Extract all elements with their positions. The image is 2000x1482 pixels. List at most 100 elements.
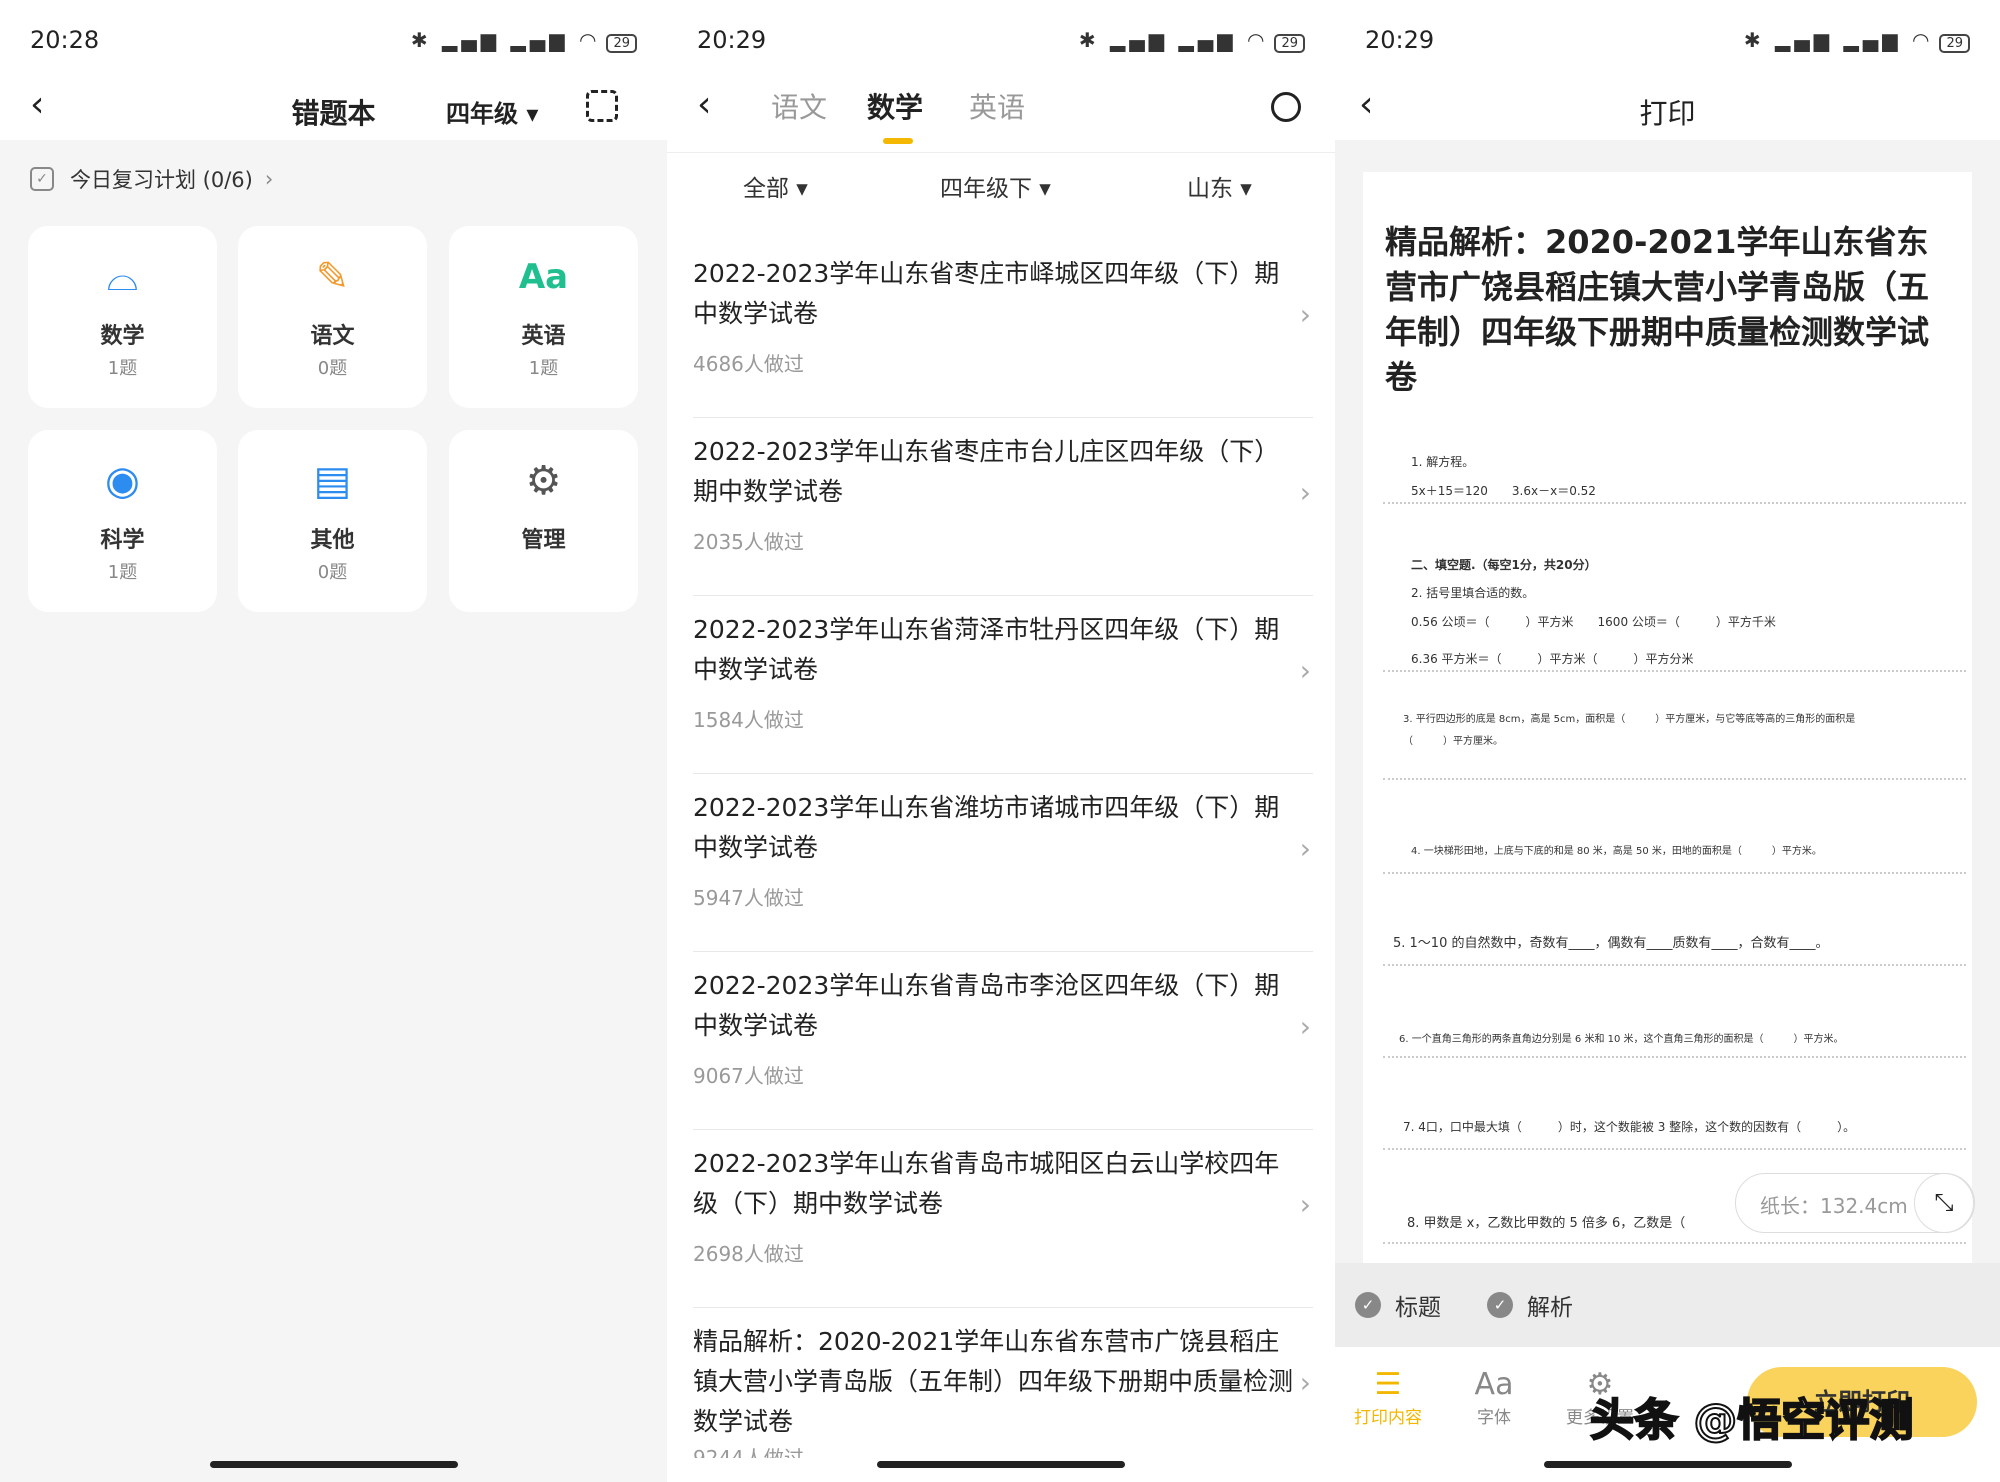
exam-count: 2698人做过	[693, 1238, 804, 1267]
subject-card-chinese[interactable]: ✎ 语文 0题	[238, 226, 427, 408]
exam-count: 2035人做过	[693, 526, 804, 555]
doc-line: 8. 甲数是 x，乙数比甲数的 5 倍多 6，乙数是（	[1407, 1212, 1685, 1231]
subject-count: 0题	[238, 354, 427, 380]
letters-aa-icon: Aa	[449, 252, 638, 302]
back-button[interactable]: ‹	[697, 84, 711, 125]
nav-font[interactable]: Aa 字体	[1449, 1367, 1539, 1428]
exam-list-item[interactable]: 2022-2023学年山东省枣庄市峄城区四年级（下）期中数学试卷 4686人做过 ›	[693, 240, 1313, 418]
divider	[1383, 1242, 1966, 1244]
exam-title: 2022-2023学年山东省枣庄市峄城区四年级（下）期中数学试卷	[693, 254, 1293, 334]
grade-selector[interactable]: 四年级 ▾	[446, 94, 538, 129]
exam-title: 2022-2023学年山东省青岛市城阳区白云山学校四年级（下）期中数学试卷	[693, 1144, 1293, 1224]
notebook-icon: ▤	[238, 456, 427, 506]
subject-card-science[interactable]: ◉ 科学 1题	[28, 430, 217, 612]
exam-title: 精品解析：2020-2021学年山东省东营市广饶县稻庄镇大营小学青岛版（五年制）…	[693, 1322, 1293, 1442]
page-title: 打印	[1335, 92, 2000, 132]
option-title-checkbox[interactable]: ✓ 标题	[1355, 1288, 1441, 1322]
doc-line: 7. 4口，口中最大填（ ）时，这个数能被 3 整除，这个数的因数有（ ）。	[1403, 1118, 1855, 1135]
tab-math[interactable]: 数学	[867, 86, 923, 126]
wrong-questions-screen: 20:28 ✱ ▂▄▆ ▂▄▆ ◠29 ‹ 错题本 四年级 ▾ ✓ 今日复习计划…	[0, 0, 667, 1482]
divider	[1383, 1148, 1966, 1150]
doc-line: 0.56 公顷＝（ ）平方米 1600 公顷＝（ ）平方千米	[1411, 613, 1776, 630]
document-title: 精品解析：2020-2021学年山东省东营市广饶县稻庄镇大营小学青岛版（五年制）…	[1385, 220, 1955, 400]
divider	[1383, 502, 1966, 504]
search-icon[interactable]	[1271, 92, 1301, 122]
header: ‹ 打印	[1335, 80, 2000, 140]
option-label: 标题	[1395, 1288, 1441, 1322]
status-bar: 20:29 ✱ ▂▄▆ ▂▄▆ ◠29	[667, 0, 1335, 80]
calendar-check-icon: ✓	[30, 167, 54, 191]
exam-list-item[interactable]: 精品解析：2020-2021学年山东省东营市广饶县稻庄镇大营小学青岛版（五年制）…	[693, 1308, 1313, 1458]
exam-list-item[interactable]: 2022-2023学年山东省菏泽市牡丹区四年级（下）期中数学试卷1584人做过›	[693, 596, 1313, 774]
doc-line: 2. 括号里填合适的数。	[1411, 584, 1534, 601]
chevron-right-icon: ›	[1300, 1366, 1311, 1399]
check-icon: ✓	[1487, 1292, 1513, 1318]
subject-card-math[interactable]: ⌓ 数学 1题	[28, 226, 217, 408]
subject-name: 数学	[28, 318, 217, 350]
exam-count: 9244人做过	[693, 1442, 804, 1458]
status-bar: 20:29 ✱ ▂▄▆ ▂▄▆ ◠29	[1335, 0, 2000, 80]
chevron-right-icon: ›	[1300, 832, 1311, 865]
doc-line: 5x＋15＝120 3.6x－x＝0.52	[1411, 482, 1596, 499]
home-indicator	[877, 1461, 1125, 1468]
chevron-right-icon: ›	[1300, 298, 1311, 331]
exam-list-item[interactable]: 2022-2023学年山东省青岛市李沧区四年级（下）期中数学试卷9067人做过›	[693, 952, 1313, 1130]
subject-count: 1题	[449, 354, 638, 380]
review-plan-link[interactable]: ✓ 今日复习计划 (0/6) ›	[30, 164, 273, 194]
scan-icon[interactable]	[586, 90, 618, 122]
battery-icon: 29	[606, 34, 637, 53]
subject-name: 英语	[449, 318, 638, 350]
subject-name: 语文	[238, 318, 427, 350]
exam-list-item[interactable]: 2022-2023学年山东省枣庄市台儿庄区四年级（下）期中数学试卷2035人做过…	[693, 418, 1313, 596]
exam-list-item[interactable]: 2022-2023学年山东省青岛市城阳区白云山学校四年级（下）期中数学试卷 269…	[693, 1130, 1313, 1308]
filter-region[interactable]: 山东 ▾	[1187, 169, 1252, 203]
filter-grade[interactable]: 四年级下 ▾	[940, 169, 1051, 203]
gear-icon: ⚙	[449, 456, 638, 506]
doc-line: （ ）平方厘米。	[1403, 732, 1503, 747]
paper-length-badge: 纸长：132.4cm ⤡	[1735, 1173, 1975, 1233]
exam-list-item[interactable]: 2022-2023学年山东省潍坊市诸城市四年级（下）期中数学试卷5947人做过›	[693, 774, 1313, 952]
exam-title: 2022-2023学年山东省潍坊市诸城市四年级（下）期中数学试卷	[693, 788, 1293, 868]
status-icons: ✱ ▂▄▆ ▂▄▆ ◠29	[411, 28, 637, 53]
exam-count: 1584人做过	[693, 704, 804, 733]
subject-card-english[interactable]: Aa 英语 1题	[449, 226, 638, 408]
ruler-protractor-icon: ⌓	[28, 252, 217, 302]
subject-count: 1题	[28, 354, 217, 380]
doc-line: 3. 平行四边形的底是 8cm，高是 5cm，面积是（ ）平方厘米，与它等底等高…	[1403, 710, 1855, 725]
pencil-icon: ✎	[238, 252, 427, 302]
header: ‹ 错题本 四年级 ▾	[0, 80, 667, 140]
home-indicator	[210, 1461, 458, 1468]
check-icon: ✓	[1355, 1292, 1381, 1318]
doc-line: 6.36 平方米＝（ ）平方米（ ）平方分米	[1411, 650, 1694, 667]
exam-count: 4686人做过	[693, 348, 804, 377]
subject-name: 其他	[238, 522, 427, 554]
doc-line: 4. 一块梯形田地，上底与下底的和是 80 米，高是 50 米，田地的面积是（ …	[1411, 842, 1822, 857]
nav-label: 字体	[1477, 1408, 1511, 1428]
nav-print-content[interactable]: ☰打印内容	[1343, 1367, 1433, 1428]
manage-card[interactable]: ⚙ 管理	[449, 430, 638, 612]
subject-count: 0题	[238, 558, 427, 584]
tab-english[interactable]: 英语	[969, 86, 1025, 126]
collapse-icon[interactable]: ⤡	[1914, 1173, 1974, 1233]
print-preview[interactable]: 精品解析：2020-2021学年山东省东营市广饶县稻庄镇大营小学青岛版（五年制）…	[1363, 172, 1972, 1263]
subject-name: 管理	[449, 522, 638, 554]
option-label: 解析	[1527, 1288, 1573, 1322]
filter-type[interactable]: 全部 ▾	[743, 169, 808, 203]
status-icons: ✱ ▂▄▆ ▂▄▆ ◠29	[1079, 28, 1305, 53]
tab-chinese[interactable]: 语文	[771, 86, 827, 126]
chevron-right-icon: ›	[1300, 1010, 1311, 1043]
chevron-right-icon: ›	[1300, 1188, 1311, 1221]
font-size-icon: Aa	[1449, 1367, 1539, 1403]
subject-card-other[interactable]: ▤ 其他 0题	[238, 430, 427, 612]
status-time: 20:29	[1365, 26, 1744, 54]
divider	[1383, 670, 1966, 672]
exam-title: 2022-2023学年山东省菏泽市牡丹区四年级（下）期中数学试卷	[693, 610, 1293, 690]
divider	[1383, 964, 1966, 966]
option-analysis-checkbox[interactable]: ✓ 解析	[1487, 1288, 1573, 1322]
chevron-right-icon: ›	[265, 167, 273, 191]
chevron-right-icon: ›	[1300, 476, 1311, 509]
status-icons: ✱ ▂▄▆ ▂▄▆ ◠29	[1744, 28, 1970, 53]
paper-length: 纸长：132.4cm	[1760, 1194, 1908, 1218]
review-plan-label: 今日复习计划 (0/6)	[70, 164, 253, 194]
subject-tabs: ‹ 语文 数学 英语	[667, 80, 1335, 150]
